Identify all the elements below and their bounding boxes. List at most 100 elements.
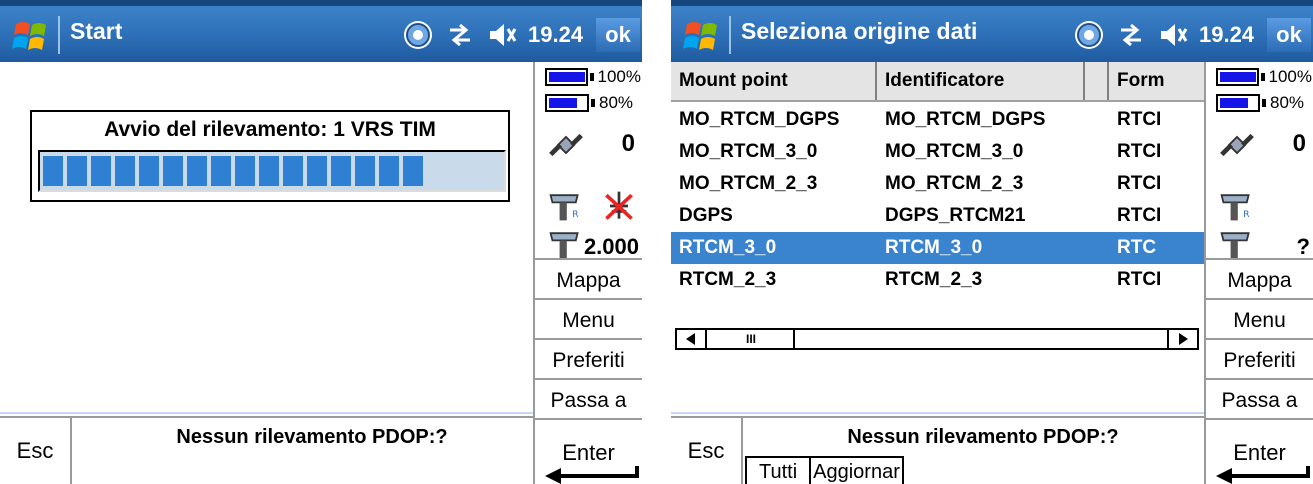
satellite-status[interactable]: 0 [1216,122,1312,168]
battery-2-percent: 80% [599,93,634,112]
progress-segment [163,156,183,186]
table-row[interactable]: RTCM_2_3 RTCM_2_3 RTCI [671,264,1204,296]
table-header: Mount point Identificatore Form [671,62,1204,102]
ok-button[interactable]: ok [596,18,640,52]
select-data-source-screen: Seleziona origine dati 19.24 ok Mount po… [671,0,1313,484]
column-header-format[interactable]: Form [1109,62,1204,100]
table-row[interactable]: MO_RTCM_DGPS MO_RTCM_DGPS RTCI [671,104,1204,136]
tab-tutti[interactable]: Tutti [745,456,812,484]
mappa-button[interactable]: Mappa [1206,258,1313,302]
battery-icon [545,68,588,86]
precision-value: 2.000 [583,234,639,259]
cell-format: RTCI [1117,269,1162,290]
scroll-right-button[interactable] [1167,330,1197,348]
progress-segment [235,156,255,186]
progress-segment [67,156,87,186]
no-radio-icon [605,191,633,220]
startup-progress-dialog: Avvio del rilevamento: 1 VRS TIM [30,110,510,202]
progress-segment [91,156,111,186]
title-separator [58,16,60,54]
preferiti-button[interactable]: Preferiti [535,338,642,382]
cell-identificatore: RTCM_3_0 [885,237,983,258]
tab-aggiorna[interactable]: Aggiornar [809,456,904,484]
cell-format: RTCI [1117,173,1162,194]
enter-arrow-icon [1216,466,1310,484]
status-sidebar: 100% 80% 0 R ? Mappa Menu Preferiti Pass… [1204,62,1313,484]
table-row[interactable]: DGPS DGPS_RTCM21 RTCI [671,200,1204,232]
satellite-icon [549,133,583,157]
connectivity-icon[interactable] [444,19,476,51]
enter-button[interactable]: Enter [535,418,642,484]
column-divider [1085,62,1109,100]
column-header-mount-point[interactable]: Mount point [671,62,877,100]
svg-text:R: R [1243,210,1249,220]
satellite-count: 0 [621,130,635,157]
cell-mount-point: MO_RTCM_DGPS [679,109,840,130]
table-row[interactable]: MO_RTCM_2_3 MO_RTCM_2_3 RTCI [671,168,1204,200]
preferiti-button[interactable]: Preferiti [1206,338,1313,382]
mappa-button[interactable]: Mappa [535,258,642,302]
cell-identificatore: MO_RTCM_DGPS [885,109,1046,130]
battery-icon [545,94,589,112]
column-header-identificatore[interactable]: Identificatore [877,62,1085,100]
cell-identificatore: MO_RTCM_2_3 [885,173,1024,194]
battery-icon [1216,68,1259,86]
cell-mount-point: MO_RTCM_2_3 [679,173,818,194]
passa-a-button[interactable]: Passa a [535,378,642,422]
title-separator [729,16,731,54]
enter-button[interactable]: Enter [1206,418,1313,484]
scroll-left-button[interactable] [677,330,707,348]
svg-text:R: R [572,210,578,220]
progress-segment [379,156,399,186]
gps-receiver-icon: R [1220,194,1250,221]
progress-label: Avvio del rilevamento: 1 VRS TIM [104,118,436,141]
satellite-status[interactable]: 0 [545,122,641,168]
cell-mount-point: RTCM_2_3 [679,269,777,290]
clock[interactable]: 19.24 [1199,22,1254,48]
data-source-table: Mount point Identificatore Form MO_RTCM_… [671,62,1204,354]
cell-mount-point: DGPS [679,205,733,226]
clock[interactable]: 19.24 [528,22,583,48]
esc-button[interactable]: Esc [0,418,72,484]
table-row-selected[interactable]: RTCM_3_0 RTCM_3_0 RTC [671,232,1204,264]
cell-identificatore: RTCM_2_3 [885,269,983,290]
survey-status: Nessun rilevamento PDOP:? [176,426,448,448]
scrollbar-thumb[interactable]: III [709,330,795,348]
cell-identificatore: DGPS_RTCM21 [885,205,1026,226]
windows-start-icon[interactable] [683,16,723,56]
progress-segment [307,156,327,186]
gps-status-icon[interactable] [402,19,434,51]
arrow-right-icon [1179,333,1188,345]
battery-1-percent: 100% [597,67,641,86]
table-row[interactable]: MO_RTCM_3_0 MO_RTCM_3_0 RTCI [671,136,1204,168]
volume-muted-icon[interactable] [486,19,518,51]
menu-button[interactable]: Menu [1206,298,1313,342]
window-title: Seleziona origine dati [741,18,978,44]
volume-muted-icon[interactable] [1157,19,1189,51]
bottom-bar: Esc Nessun rilevamento PDOP:? Tutti Aggi… [671,416,1204,484]
satellite-icon [1220,133,1254,157]
connectivity-icon[interactable] [1115,19,1147,51]
separator-line [0,412,533,414]
passa-a-button[interactable]: Passa a [1206,378,1313,422]
menu-button[interactable]: Menu [535,298,642,342]
separator-line [671,412,1204,414]
tray-icons: 19.24 [402,17,583,53]
progress-segment [355,156,375,186]
horizontal-scrollbar[interactable]: III [675,328,1199,350]
gps-status-icon[interactable] [1073,19,1105,51]
progress-segment [283,156,303,186]
precision-value: ? [1296,234,1310,259]
cell-format: RTCI [1117,141,1162,162]
progress-segment [43,156,63,186]
status-sidebar: 100% 80% 0 R 2.000 Mappa Menu Preferiti … [533,62,642,484]
gps-receiver-icon: R [549,194,579,221]
start-screen: Start 19.24 ok Avvio del rilevamento: 1 … [0,0,642,484]
arrow-left-icon [686,333,695,345]
cell-format: RTC [1117,237,1157,258]
enter-arrow-icon [545,466,639,484]
esc-button[interactable]: Esc [671,418,743,484]
ok-button[interactable]: ok [1267,18,1311,52]
windows-start-icon[interactable] [12,16,52,56]
progress-segment [403,156,423,186]
